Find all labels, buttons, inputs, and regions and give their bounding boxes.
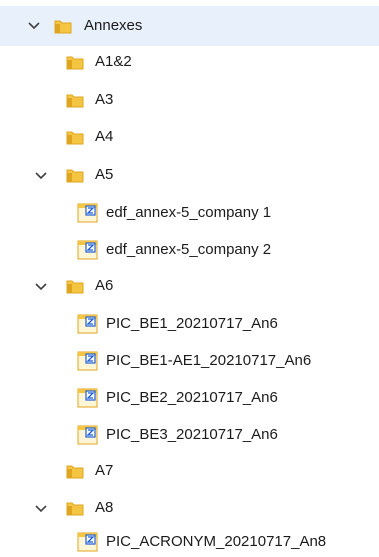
- tree-item-a5[interactable]: A5: [0, 159, 379, 195]
- tree-item-label: A4: [95, 128, 114, 145]
- tree-item-label: PIC_BE1_20210717_An6: [106, 315, 278, 332]
- chevron-down-icon[interactable]: [34, 280, 48, 294]
- folder-icon: [66, 92, 84, 108]
- folder-icon: [66, 463, 84, 479]
- tree-item-label: A7: [95, 462, 114, 479]
- tree-item-label: A6: [95, 277, 114, 294]
- tree-item-edf-annex-5-company-1[interactable]: edf_annex-5_company 1: [0, 196, 379, 232]
- tree-item-label: A1&2: [95, 53, 132, 70]
- tree-item-label: edf_annex-5_company 2: [106, 241, 272, 258]
- tree-item-pic-be1-ae1[interactable]: PIC_BE1-AE1_20210717_An6: [0, 344, 379, 380]
- tree-item-pic-acronym[interactable]: PIC_ACRONYM_20210717_An8: [0, 527, 379, 557]
- tree-item-a7[interactable]: A7: [0, 455, 379, 491]
- chevron-down-icon[interactable]: [27, 19, 41, 33]
- tree-item-a6[interactable]: A6: [0, 270, 379, 306]
- tree-item-label: edf_annex-5_company 1: [106, 204, 272, 221]
- document-icon: [77, 202, 99, 224]
- tree-item-pic-be1[interactable]: PIC_BE1_20210717_An6: [0, 307, 379, 343]
- document-icon: [77, 531, 99, 553]
- tree-item-pic-be2[interactable]: PIC_BE2_20210717_An6: [0, 381, 379, 417]
- tree-item-label: PIC_BE2_20210717_An6: [106, 389, 278, 406]
- tree-item-label: Annexes: [84, 17, 143, 34]
- folder-icon: [66, 167, 84, 183]
- tree-item-a4[interactable]: A4: [0, 121, 379, 157]
- chevron-down-icon[interactable]: [34, 502, 48, 516]
- folder-tree: Annexes A1&2 A3 A4 A5 edf_annex-5_compan…: [0, 0, 379, 557]
- document-icon: [77, 350, 99, 372]
- tree-item-edf-annex-5-company-2[interactable]: edf_annex-5_company 2: [0, 233, 379, 269]
- tree-item-a1-2[interactable]: A1&2: [0, 46, 379, 82]
- tree-item-annexes[interactable]: Annexes: [0, 6, 379, 46]
- folder-icon: [66, 278, 84, 294]
- chevron-down-icon[interactable]: [34, 169, 48, 183]
- tree-item-label: PIC_BE1-AE1_20210717_An6: [106, 352, 312, 369]
- document-icon: [77, 424, 99, 446]
- tree-item-label: A3: [95, 91, 114, 108]
- tree-item-pic-be3[interactable]: PIC_BE3_20210717_An6: [0, 418, 379, 454]
- tree-item-a8[interactable]: A8: [0, 492, 379, 528]
- tree-item-label: PIC_ACRONYM_20210717_An8: [106, 533, 327, 550]
- tree-item-label: A5: [95, 166, 114, 183]
- document-icon: [77, 387, 99, 409]
- folder-icon: [66, 129, 84, 145]
- tree-item-label: PIC_BE3_20210717_An6: [106, 426, 278, 443]
- folder-icon: [54, 18, 72, 34]
- folder-icon: [66, 54, 84, 70]
- folder-icon: [66, 500, 84, 516]
- document-icon: [77, 313, 99, 335]
- document-icon: [77, 239, 99, 261]
- tree-item-label: A8: [95, 499, 114, 516]
- tree-item-a3[interactable]: A3: [0, 84, 379, 120]
